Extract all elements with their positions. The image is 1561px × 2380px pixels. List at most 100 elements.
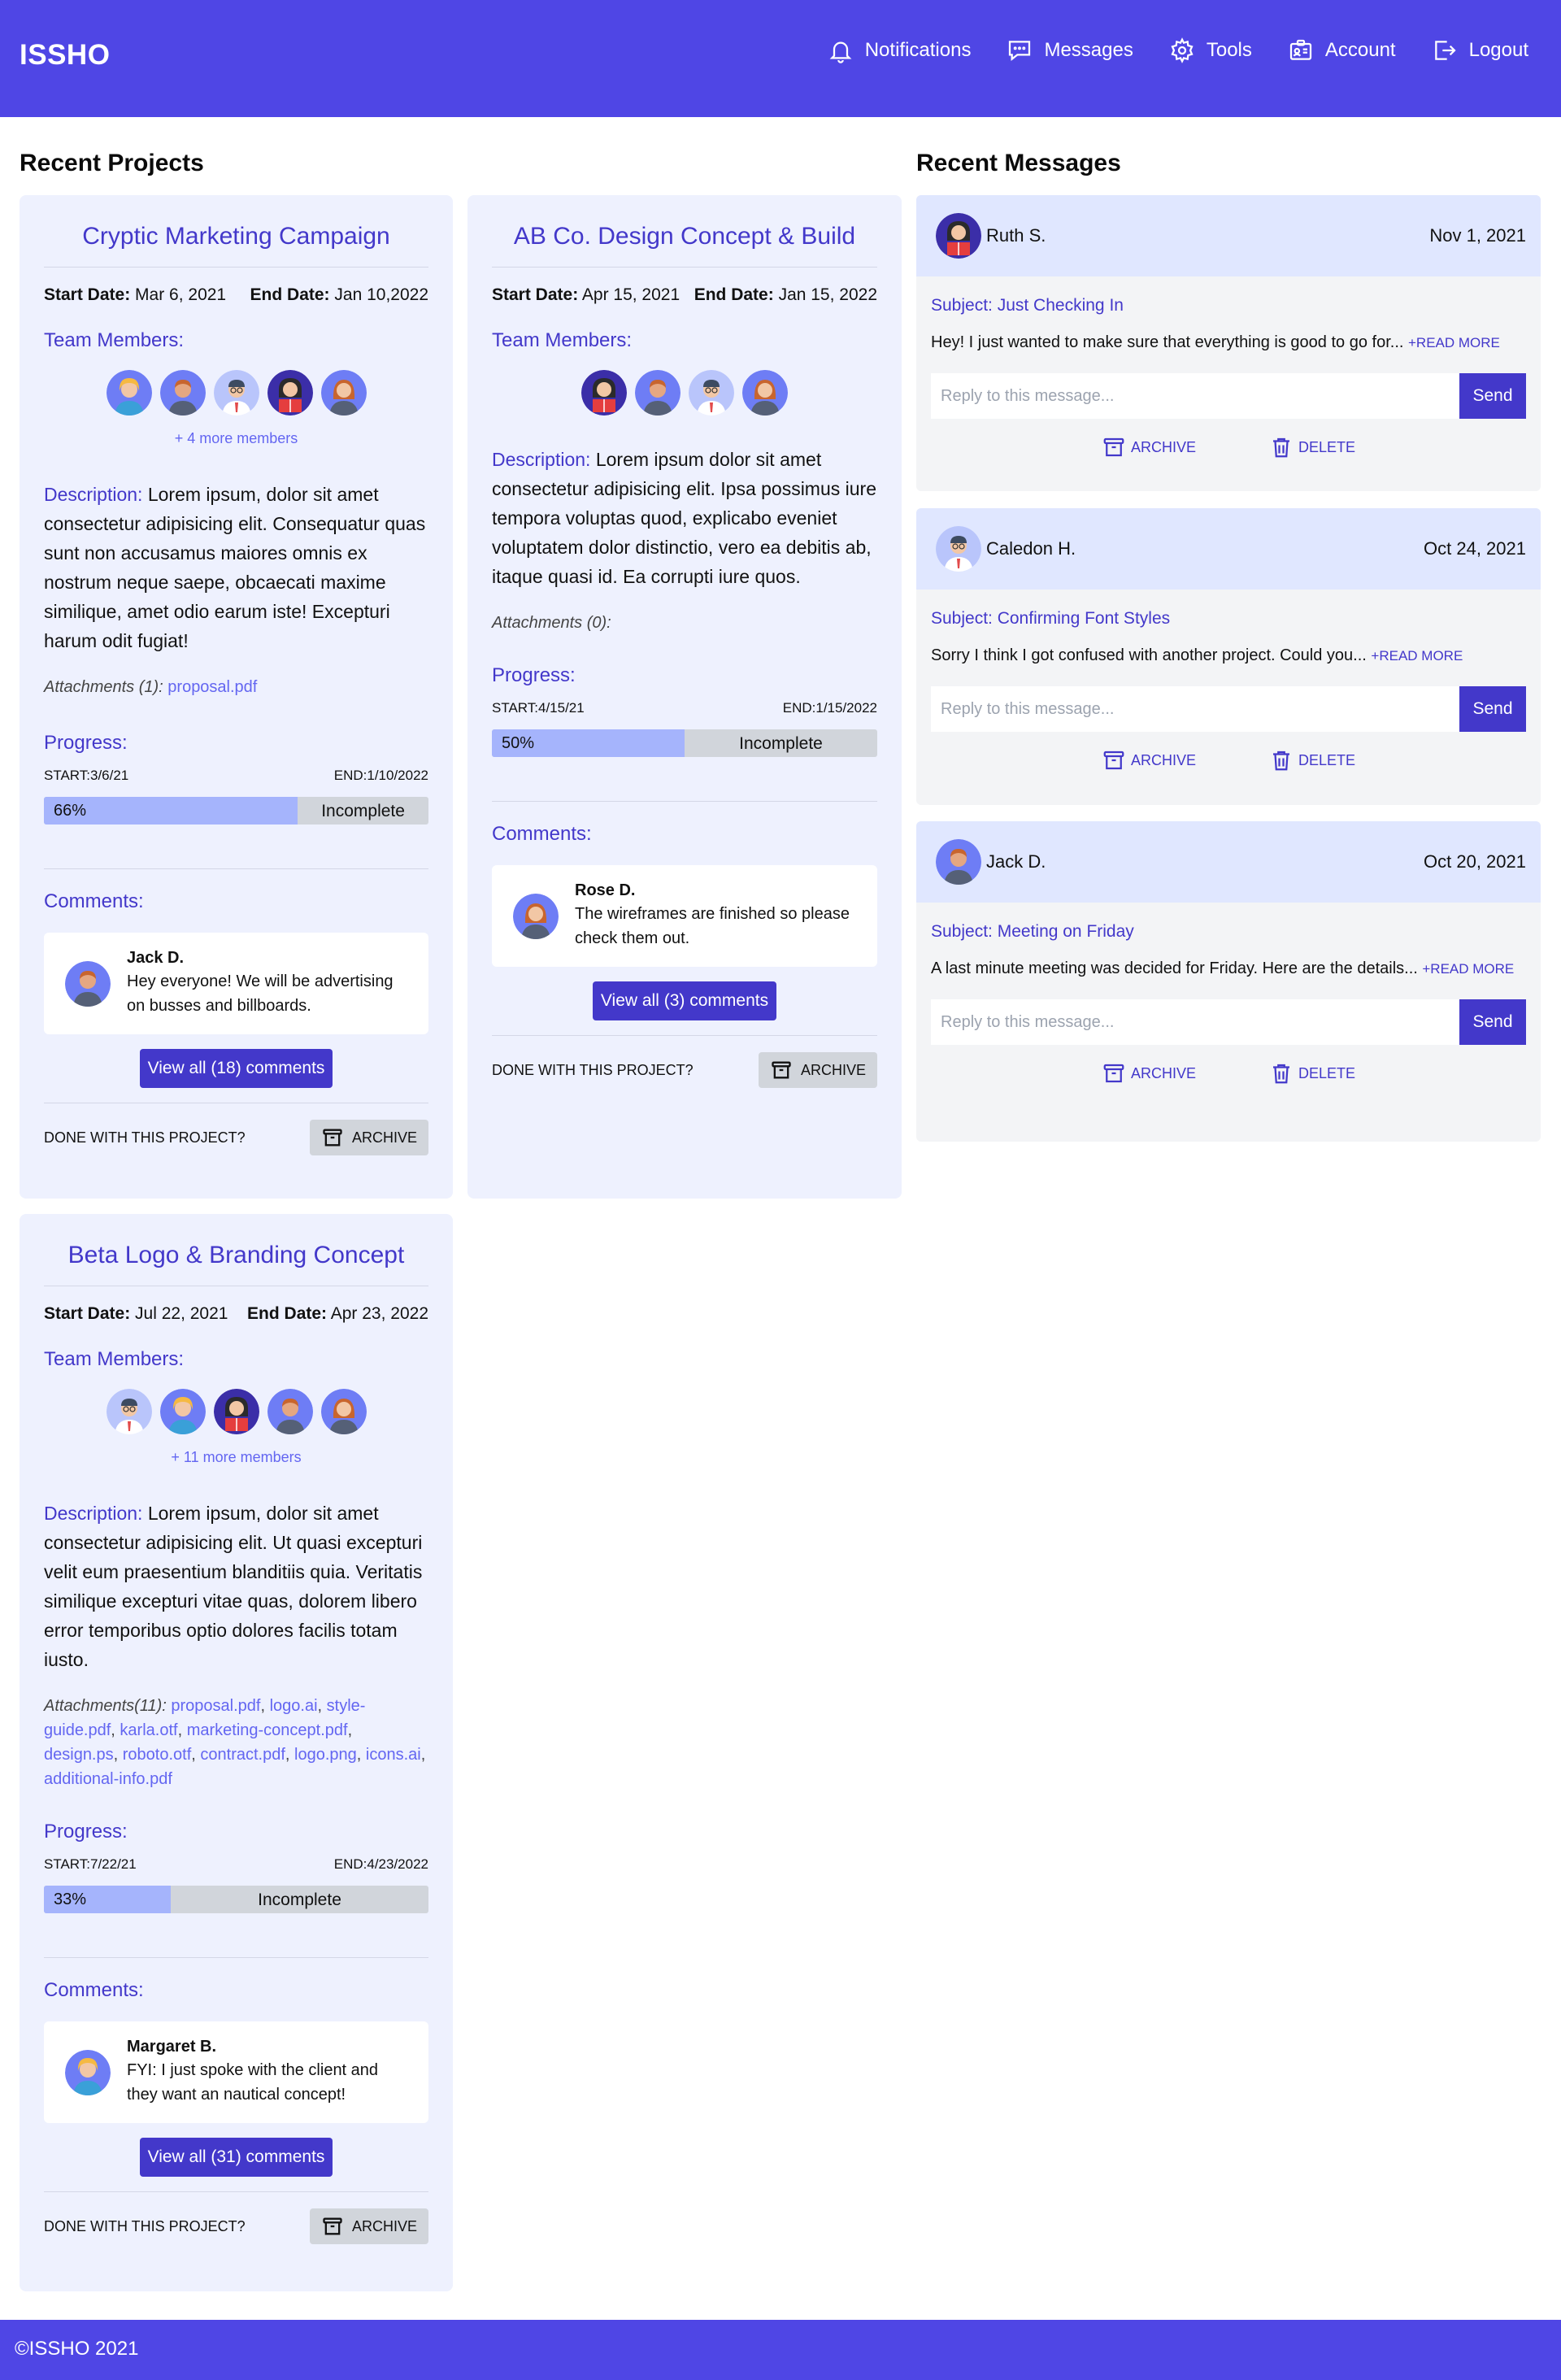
- view-comments-button[interactable]: View all (31) comments: [139, 2138, 333, 2177]
- read-more-link[interactable]: +READ MORE: [1371, 648, 1463, 664]
- attachment-link[interactable]: roboto.otf: [123, 1746, 192, 1764]
- message-subject[interactable]: Subject: Meeting on Friday: [931, 922, 1526, 942]
- delete-message-button[interactable]: DELETE: [1269, 1061, 1355, 1086]
- avatar[interactable]: [214, 370, 259, 416]
- read-more-link[interactable]: +READ MORE: [1408, 335, 1500, 350]
- send-button[interactable]: Send: [1459, 373, 1526, 419]
- attachments-label: Attachments(11):: [44, 1697, 167, 1715]
- message-sender: Caledon H.: [986, 538, 1076, 559]
- send-button[interactable]: Send: [1459, 999, 1526, 1045]
- avatar[interactable]: [107, 370, 152, 416]
- archive-label: ARCHIVE: [800, 1061, 866, 1078]
- attachments-label: Attachments (0):: [492, 614, 611, 632]
- message-subject[interactable]: Subject: Confirming Font Styles: [931, 609, 1526, 629]
- app-logo[interactable]: ISSHO: [20, 39, 110, 72]
- view-comments-button[interactable]: View all (18) comments: [139, 1049, 333, 1088]
- reply-input[interactable]: [931, 373, 1459, 419]
- nav-account[interactable]: Account: [1288, 37, 1396, 63]
- progress-percent: 50%: [502, 734, 535, 752]
- view-comments-button[interactable]: View all (3) comments: [592, 981, 777, 1020]
- message-card: Ruth S. Nov 1, 2021 Subject: Just Checki…: [916, 195, 1541, 491]
- start-date: Start Date: Mar 6, 2021: [44, 285, 227, 304]
- progress-start: START:4/15/21: [492, 700, 585, 716]
- attachment-link[interactable]: logo.png: [294, 1746, 357, 1764]
- bell-icon: [829, 41, 852, 63]
- reply-input[interactable]: [931, 999, 1459, 1045]
- avatar[interactable]: [214, 1389, 259, 1434]
- chat-bubble-icon: [1009, 41, 1031, 62]
- archive-button[interactable]: ARCHIVE: [758, 1052, 877, 1088]
- archive-message-button[interactable]: ARCHIVE: [1102, 1061, 1196, 1086]
- avatar[interactable]: [160, 1389, 206, 1434]
- attachment-link[interactable]: logo.ai: [270, 1697, 318, 1715]
- avatar: [65, 961, 111, 1007]
- avatar[interactable]: [321, 1389, 367, 1434]
- divider: [44, 267, 428, 268]
- comment-text: FYI: I just spoke with the client and th…: [127, 2061, 379, 2104]
- team-avatars: [492, 370, 877, 416]
- attachment-link[interactable]: icons.ai: [366, 1746, 421, 1764]
- avatar[interactable]: [742, 370, 788, 416]
- divider: [492, 801, 877, 802]
- nav-notifications-label: Notifications: [864, 39, 972, 61]
- nav-logout[interactable]: Logout: [1432, 37, 1528, 63]
- avatar[interactable]: [160, 370, 206, 416]
- avatar[interactable]: [689, 370, 734, 416]
- message-sender: Jack D.: [986, 851, 1046, 872]
- project-title[interactable]: AB Co. Design Concept & Build: [492, 223, 877, 250]
- avatar[interactable]: [635, 370, 680, 416]
- avatar: [513, 894, 559, 939]
- attachment-link[interactable]: design.ps: [44, 1746, 114, 1764]
- avatar[interactable]: [267, 370, 313, 416]
- avatar[interactable]: [267, 1389, 313, 1434]
- archive-message-button[interactable]: ARCHIVE: [1102, 748, 1196, 772]
- more-members-link[interactable]: + 11 more members: [44, 1449, 428, 1466]
- comment-author: Jack D.: [127, 949, 185, 967]
- avatar[interactable]: [321, 370, 367, 416]
- reply-row: Send: [931, 686, 1526, 732]
- nav-tools[interactable]: Tools: [1169, 37, 1252, 63]
- nav-tools-label: Tools: [1206, 39, 1252, 61]
- done-text: DONE WITH THIS PROJECT?: [44, 2217, 246, 2234]
- attachment-link[interactable]: contract.pdf: [200, 1746, 285, 1764]
- message-date: Nov 1, 2021: [1429, 225, 1526, 246]
- archive-message-button[interactable]: ARCHIVE: [1102, 435, 1196, 459]
- send-button[interactable]: Send: [1459, 686, 1526, 732]
- archive-button[interactable]: ARCHIVE: [309, 2208, 428, 2244]
- project-title[interactable]: Beta Logo & Branding Concept: [44, 1242, 428, 1269]
- message-subject[interactable]: Subject: Just Checking In: [931, 296, 1526, 315]
- message-date: Oct 24, 2021: [1424, 538, 1526, 559]
- comment-text: The wireframes are finished so please ch…: [575, 905, 850, 947]
- archive-button[interactable]: ARCHIVE: [309, 1120, 428, 1155]
- end-date: End Date: Apr 23, 2022: [247, 1304, 428, 1323]
- progress-label: Progress:: [44, 732, 128, 754]
- done-row: DONE WITH THIS PROJECT? ARCHIVE: [44, 1103, 428, 1155]
- nav-notifications[interactable]: Notifications: [828, 37, 972, 63]
- end-date: End Date: Jan 10,2022: [250, 285, 428, 304]
- reply-input[interactable]: [931, 686, 1459, 732]
- top-navbar: ISSHO Notifications Messages Tools Accou…: [0, 0, 1561, 117]
- archive-label: ARCHIVE: [351, 2217, 417, 2234]
- progress-dates: START:4/15/21 END:1/15/2022: [492, 700, 877, 716]
- project-dates: Start Date: Jul 22, 2021 End Date: Apr 2…: [44, 1304, 428, 1324]
- avatar[interactable]: [107, 1389, 152, 1434]
- progress-end: END:1/15/2022: [782, 700, 877, 716]
- nav-messages[interactable]: Messages: [1007, 37, 1133, 63]
- archive-icon: [1102, 1061, 1126, 1086]
- message-header: Caledon H. Oct 24, 2021: [916, 508, 1541, 590]
- avatar[interactable]: [581, 370, 627, 416]
- message-text: A last minute meeting was decided for Fr…: [931, 959, 1515, 977]
- team-members-label: Team Members:: [44, 1348, 185, 1370]
- attachment-link[interactable]: proposal.pdf: [167, 678, 257, 696]
- progress-start: START:7/22/21: [44, 1856, 137, 1872]
- attachment-link[interactable]: proposal.pdf: [171, 1697, 260, 1715]
- read-more-link[interactable]: +READ MORE: [1422, 961, 1514, 977]
- attachment-link[interactable]: karla.otf: [120, 1721, 177, 1739]
- more-members-link[interactable]: + 4 more members: [44, 430, 428, 447]
- delete-message-button[interactable]: DELETE: [1269, 748, 1355, 772]
- delete-message-button[interactable]: DELETE: [1269, 435, 1355, 459]
- project-title[interactable]: Cryptic Marketing Campaign: [44, 223, 428, 250]
- comment: Jack D. Hey everyone! We will be adverti…: [44, 933, 428, 1034]
- attachment-link[interactable]: marketing-concept.pdf: [187, 1721, 348, 1739]
- attachment-link[interactable]: additional-info.pdf: [44, 1770, 172, 1788]
